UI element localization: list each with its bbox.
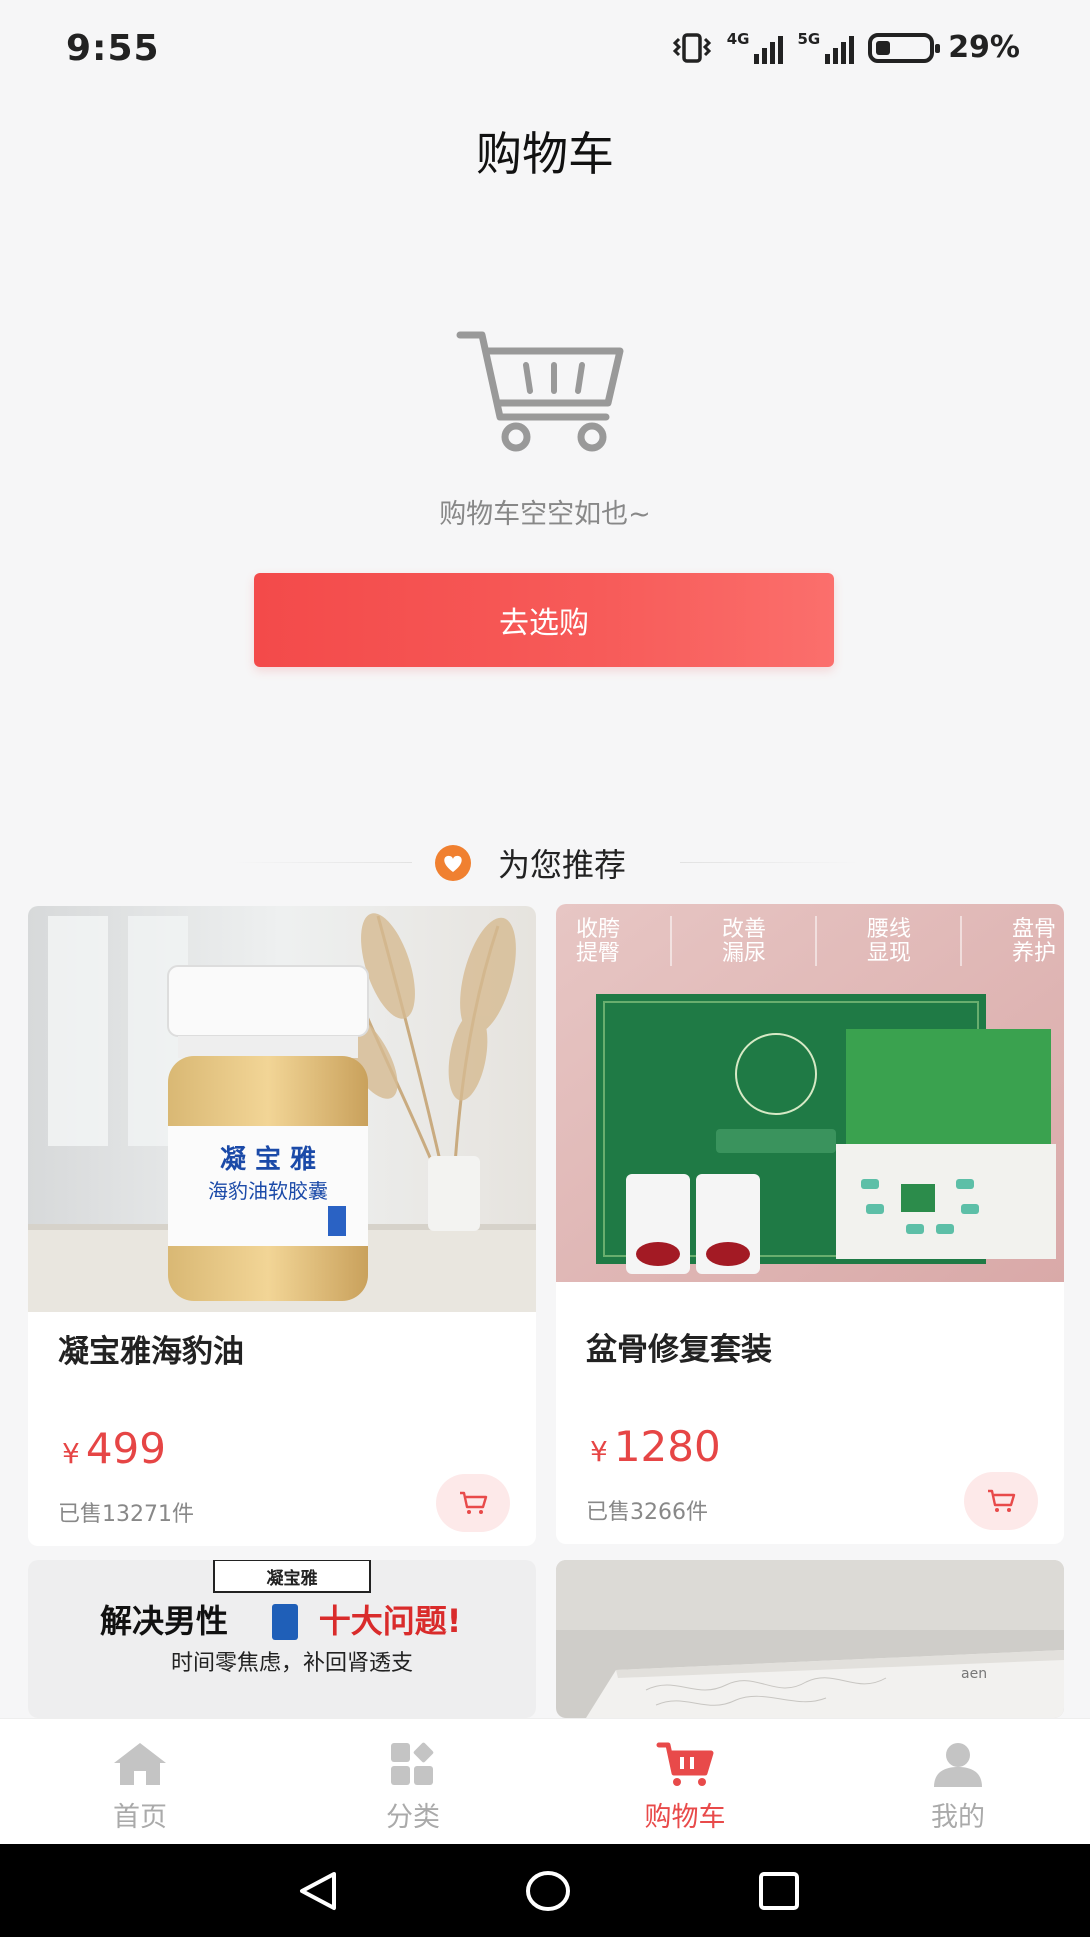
cart-icon xyxy=(988,1489,1016,1512)
svg-text:aen: aen xyxy=(961,1666,987,1682)
system-nav-bar xyxy=(0,1844,1090,1937)
tab-cart[interactable]: 购物车 xyxy=(585,1719,785,1845)
product-name: 盆骨修复套装 xyxy=(586,1332,772,1368)
product-price: ¥ 1280 xyxy=(590,1422,721,1471)
svg-text:凝宝雅: 凝宝雅 xyxy=(267,1568,318,1589)
product-card[interactable]: 收胯 提臀 改善 漏尿 腰线 显现 盘骨 养护 盆骨修复套装 ¥ 1280 已售… xyxy=(556,904,1064,1544)
tab-home[interactable]: 首页 xyxy=(40,1719,240,1845)
product-image[interactable]: 凝宝雅 解决男性 十大问题! 时间零焦虑，补回肾透支 xyxy=(28,1560,536,1718)
profile-icon xyxy=(934,1743,982,1787)
bottom-tab-bar: 首页 分类 购物车 我的 xyxy=(0,1718,1090,1844)
status-bar: 9:55 4G 5G 29% xyxy=(0,0,1090,100)
signal-4g-icon: 4G xyxy=(727,31,784,64)
product-card[interactable]: aen xyxy=(556,1560,1064,1718)
tab-profile[interactable]: 我的 xyxy=(858,1719,1058,1845)
svg-text:显现: 显现 xyxy=(867,941,911,966)
svg-text:腰线: 腰线 xyxy=(867,917,911,942)
product-name: 凝宝雅海豹油 xyxy=(58,1334,244,1370)
signal-5g-icon: 5G xyxy=(797,31,855,64)
svg-text:改善: 改善 xyxy=(722,917,766,942)
svg-text:收胯: 收胯 xyxy=(576,917,620,942)
currency-symbol: ¥ xyxy=(62,1437,80,1470)
product-card[interactable]: 凝 宝 雅 海豹油软胶囊 凝宝雅海豹油 ¥ 499 已售13271件 xyxy=(28,906,536,1546)
empty-cart-icon xyxy=(456,331,624,452)
tab-label: 我的 xyxy=(931,1802,985,1833)
product-image[interactable]: 凝 宝 雅 海豹油软胶囊 xyxy=(28,906,536,1312)
empty-cart-message: 购物车空空如也~ xyxy=(439,499,651,530)
recommend-header: 为您推荐 xyxy=(0,838,1090,888)
sold-count: 已售13271件 xyxy=(58,1502,194,1527)
tab-label: 购物车 xyxy=(644,1802,726,1833)
sold-count: 已售3266件 xyxy=(586,1500,708,1525)
battery-percent: 29% xyxy=(948,30,1020,65)
svg-text:时间零焦虑，补回肾透支: 时间零焦虑，补回肾透支 xyxy=(171,1651,413,1676)
svg-text:提臀: 提臀 xyxy=(576,941,620,966)
price-value: 499 xyxy=(85,1424,166,1473)
add-to-cart-button[interactable] xyxy=(436,1474,510,1532)
divider-left xyxy=(232,862,412,863)
home-circle-icon[interactable] xyxy=(524,1869,572,1913)
battery-icon xyxy=(868,32,941,63)
recents-icon[interactable] xyxy=(758,1871,800,1911)
price-value: 1280 xyxy=(613,1422,721,1471)
back-icon[interactable] xyxy=(296,1870,340,1912)
svg-text:十大问题!: 十大问题! xyxy=(319,1602,462,1640)
cart-icon xyxy=(656,1742,714,1786)
add-to-cart-button[interactable] xyxy=(964,1472,1038,1530)
currency-symbol: ¥ xyxy=(590,1435,608,1468)
svg-text:海豹油软胶囊: 海豹油软胶囊 xyxy=(208,1179,328,1203)
tab-label: 首页 xyxy=(113,1802,167,1833)
tab-label: 分类 xyxy=(386,1802,440,1833)
page-title: 购物车 xyxy=(476,127,614,181)
product-image[interactable]: aen xyxy=(556,1560,1064,1718)
vibrate-icon xyxy=(672,32,711,63)
svg-text:漏尿: 漏尿 xyxy=(722,941,766,966)
product-image[interactable]: 收胯 提臀 改善 漏尿 腰线 显现 盘骨 养护 xyxy=(556,904,1064,1310)
svg-text:养护: 养护 xyxy=(1012,941,1056,966)
status-time: 9:55 xyxy=(66,28,160,69)
svg-text:盘骨: 盘骨 xyxy=(1012,917,1056,942)
heart-icon xyxy=(435,845,471,881)
status-icons: 4G 5G 29% xyxy=(671,30,1020,65)
tab-category[interactable]: 分类 xyxy=(313,1719,513,1845)
go-shopping-button[interactable]: 去选购 xyxy=(254,573,834,667)
svg-text:凝 宝 雅: 凝 宝 雅 xyxy=(220,1144,316,1175)
product-price: ¥ 499 xyxy=(62,1424,166,1473)
cart-icon xyxy=(460,1491,488,1514)
recommend-title: 为您推荐 xyxy=(498,846,627,884)
product-card[interactable]: 凝宝雅 解决男性 十大问题! 时间零焦虑，补回肾透支 xyxy=(28,1560,536,1718)
category-icon xyxy=(391,1742,434,1785)
divider-right xyxy=(680,862,860,863)
home-icon xyxy=(114,1743,166,1785)
svg-text:解决男性: 解决男性 xyxy=(100,1602,228,1640)
